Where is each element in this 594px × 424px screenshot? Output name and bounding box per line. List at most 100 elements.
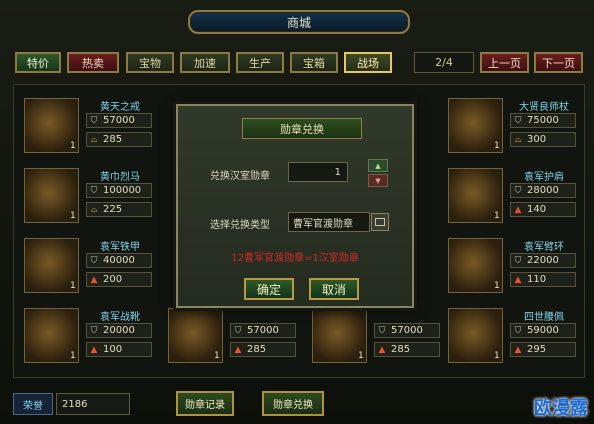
honor-price: ⛉ 57000 <box>230 323 296 338</box>
gold-price: ⌓ 225 <box>86 202 152 217</box>
arrow-down-icon: ▼ <box>375 176 381 185</box>
gold-price: ▲ 285 <box>230 342 296 357</box>
fire-icon: ▲ <box>234 344 242 355</box>
shield-icon: ⛉ <box>90 325 98 336</box>
honor-price: ⛉ 57000 <box>86 113 152 128</box>
item-card[interactable]: 1 袁军臂环 ⛉ 22000 ▲ 110 <box>440 234 584 294</box>
ring-icon: 1 <box>24 98 79 153</box>
item-card[interactable]: 1 大贤良师杖 ⛉ 75000 ⌓ 300 <box>440 94 584 154</box>
honor-price: ⛉ 57000 <box>374 323 440 338</box>
bracelet-icon: 1 <box>448 238 503 293</box>
item-card[interactable]: 1 袁军战靴 ⛉ 20000 ▲ 100 <box>16 304 160 364</box>
ingot-icon: ⌓ <box>90 204 98 215</box>
tab-chest[interactable]: 宝箱 <box>290 52 338 73</box>
honor-price: ⛉ 20000 <box>86 323 152 338</box>
fire-icon: ▲ <box>90 274 98 285</box>
gold-price: ▲ 100 <box>86 342 152 357</box>
shield-icon: ⛉ <box>378 325 386 336</box>
dialog-title: 勋章兑换 <box>242 118 362 139</box>
shield-icon: ⛉ <box>90 255 98 266</box>
item-name: 黄巾烈马 <box>100 172 140 183</box>
medal-exchange-dialog: 勋章兑换 兑换汉室勋章 1 ▲ ▼ 选择兑换类型 曹军官渡勋章 12曹军官渡勋章… <box>176 104 414 308</box>
tab-production[interactable]: 生产 <box>236 52 284 73</box>
item-name: 袁军臂环 <box>524 242 564 253</box>
type-label: 选择兑换类型 <box>210 220 270 231</box>
honor-price: ⛉ 75000 <box>510 113 576 128</box>
item-card[interactable]: 1 ⛉ 57000 ▲ 285 <box>304 304 448 364</box>
item-name: 袁军战靴 <box>100 312 140 323</box>
honor-label: 荣誉 <box>13 393 53 415</box>
gold-price: ▲ 295 <box>510 342 576 357</box>
item-card[interactable]: 1 袁军护肩 ⛉ 28000 ▲ 140 <box>440 164 584 224</box>
ingot-icon: ⌓ <box>514 134 522 145</box>
fire-icon: ▲ <box>514 204 522 215</box>
ingot-icon: ⌓ <box>90 134 98 145</box>
honor-price: ⛉ 100000 <box>86 183 152 198</box>
item-card[interactable]: 1 ⛉ 57000 ▲ 285 <box>160 304 304 364</box>
type-select[interactable]: 曹军官渡勋章 <box>288 212 370 232</box>
shoulder-icon: 1 <box>448 168 503 223</box>
shield-icon: ⛉ <box>514 325 522 336</box>
shield-icon: ⛉ <box>514 115 522 126</box>
fire-icon: ▲ <box>514 274 522 285</box>
honor-price: ⛉ 22000 <box>510 253 576 268</box>
item-name: 大贤良师杖 <box>519 102 569 113</box>
window-title: 商城 <box>286 15 311 30</box>
shop-window: 商城 特价 热卖 宝物 加速 生产 宝箱 战场 2/4 上一页 下一页 1 黄天… <box>0 0 594 424</box>
tab-special[interactable]: 特价 <box>15 52 61 73</box>
pendant-icon: 1 <box>448 308 503 363</box>
tab-speedup[interactable]: 加速 <box>180 52 230 73</box>
item-card[interactable]: 1 黄天之戒 ⛉ 57000 ⌓ 285 <box>16 94 160 154</box>
ring-icon: 1 <box>168 308 223 363</box>
item-name: 袁军护肩 <box>524 172 564 183</box>
tab-battlefield[interactable]: 战场 <box>344 52 392 73</box>
window-icon <box>375 218 385 226</box>
armor-icon: 1 <box>24 238 79 293</box>
fire-icon: ▲ <box>378 344 386 355</box>
gold-price: ▲ 200 <box>86 272 152 287</box>
fire-icon: ▲ <box>90 344 98 355</box>
gold-price: ▲ 140 <box>510 202 576 217</box>
watermark: 欧漫露 <box>534 398 588 419</box>
tab-hot[interactable]: 热卖 <box>67 52 119 73</box>
arrow-up-icon: ▲ <box>375 161 381 170</box>
fire-icon: ▲ <box>514 344 522 355</box>
page-indicator: 2/4 <box>414 52 474 73</box>
tab-treasure[interactable]: 宝物 <box>126 52 174 73</box>
next-page-button[interactable]: 下一页 <box>534 52 583 73</box>
quantity-input[interactable]: 1 <box>288 162 348 182</box>
honor-price: ⛉ 28000 <box>510 183 576 198</box>
shield-icon: ⛉ <box>514 255 522 266</box>
gold-price: ⌓ 285 <box>86 132 152 147</box>
item-name: 袁军铁甲 <box>100 242 140 253</box>
item-card[interactable]: 1 四世腰佩 ⛉ 59000 ▲ 295 <box>440 304 584 364</box>
shield-icon: ⛉ <box>90 115 98 126</box>
increment-button[interactable]: ▲ <box>368 159 388 172</box>
horse-icon: 1 <box>24 168 79 223</box>
exchange-rate-text: 12曹军官渡勋章=1汉室勋章 <box>231 253 359 264</box>
honor-price: ⛉ 59000 <box>510 323 576 338</box>
decrement-button[interactable]: ▼ <box>368 174 388 187</box>
honor-price: ⛉ 40000 <box>86 253 152 268</box>
prev-page-button[interactable]: 上一页 <box>480 52 529 73</box>
quantity-label: 兑换汉室勋章 <box>210 171 270 182</box>
type-dropdown-button[interactable] <box>371 213 389 231</box>
boots-icon: 1 <box>24 308 79 363</box>
honor-value: 2186 <box>56 393 130 415</box>
shield-icon: ⛉ <box>90 185 98 196</box>
gold-price: ▲ 285 <box>374 342 440 357</box>
shield-icon: ⛉ <box>514 185 522 196</box>
window-title-bar: 商城 <box>188 10 410 34</box>
gold-price: ⌓ 300 <box>510 132 576 147</box>
item-name: 四世腰佩 <box>524 312 564 323</box>
medal-exchange-button[interactable]: 勋章兑换 <box>262 391 324 416</box>
cancel-button[interactable]: 取消 <box>309 278 359 300</box>
confirm-button[interactable]: 确定 <box>244 278 294 300</box>
shield-icon: ⛉ <box>234 325 242 336</box>
item-card[interactable]: 1 袁军铁甲 ⛉ 40000 ▲ 200 <box>16 234 160 294</box>
item-card[interactable]: 1 黄巾烈马 ⛉ 100000 ⌓ 225 <box>16 164 160 224</box>
ring-icon: 1 <box>312 308 367 363</box>
gold-price: ▲ 110 <box>510 272 576 287</box>
medal-record-button[interactable]: 勋章记录 <box>176 391 234 416</box>
staff-icon: 1 <box>448 98 503 153</box>
